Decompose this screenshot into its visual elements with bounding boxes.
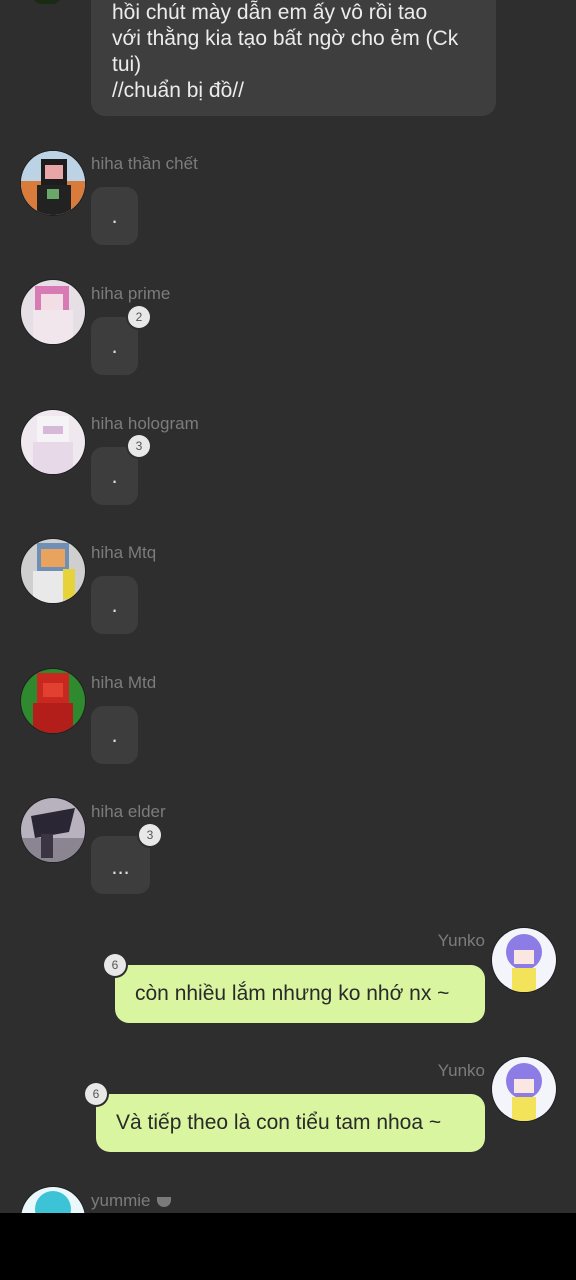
message-text: ... [111,854,130,879]
avatar-image [21,151,85,215]
message-bubble[interactable]: ... [91,836,150,894]
avatar-image [492,1057,556,1121]
navigation-bar [0,1213,576,1280]
chat-area[interactable]: hồi chút mày dẫn em ấy vô rồi tao với th… [0,0,576,1213]
username: hiha Mtq [91,543,157,562]
message-bubble[interactable]: . [91,187,138,245]
message-text: . [111,722,118,747]
avatar-image [21,798,85,862]
message-text: Và tiếp theo là con tiểu tam nhoa ~ [116,1111,442,1134]
avatar-image [492,928,556,992]
username: hiha thần chết [91,154,198,173]
avatar-image [21,669,85,733]
message-text: hồi chút mày dẫn em ấy vô rồi tao [112,1,428,24]
message-text: với thằng kia tạo bất ngờ cho ẻm (Ck [112,27,459,50]
avatar[interactable] [492,1057,556,1121]
avatar[interactable] [21,280,85,344]
cup-icon [156,1196,171,1207]
username: hiha hologram [91,414,199,433]
reaction-count-badge[interactable]: 3 [128,435,150,457]
reaction-count-badge[interactable]: 2 [128,306,150,328]
reaction-count-badge[interactable]: 6 [104,954,126,976]
avatar[interactable] [21,798,85,862]
message-bubble[interactable]: hồi chút mày dẫn em ấy vô rồi tao với th… [91,0,496,116]
own-message-bubble[interactable]: còn nhiều lắm nhưng ko nhớ nx ~ [115,965,485,1023]
reaction-count-badge[interactable]: 6 [85,1083,107,1105]
avatar-image [21,1187,85,1213]
message-text: . [111,333,118,358]
own-message-bubble[interactable]: Và tiếp theo là con tiểu tam nhoa ~ [96,1094,485,1152]
message-bubble[interactable]: . [91,706,138,764]
message-text: còn nhiều lắm nhưng ko nhớ nx ~ [135,982,450,1005]
username: Yunko [437,1061,485,1080]
message-text: //chuẩn bị đồ// [112,79,244,102]
message-bubble[interactable]: . [91,447,138,505]
avatar-image [21,410,85,474]
avatar[interactable] [21,410,85,474]
username: Yunko [437,931,485,950]
message-bubble[interactable]: . [91,317,138,375]
avatar-image [21,280,85,344]
avatar-image [21,539,85,603]
avatar[interactable] [492,928,556,992]
avatar[interactable] [32,0,62,4]
message-text: . [111,592,118,617]
avatar[interactable] [21,539,85,603]
avatar[interactable] [21,151,85,215]
message-text: tui) [112,53,142,76]
message-text: . [111,203,118,228]
message-bubble[interactable]: . [91,576,138,634]
username: yummie [91,1191,171,1211]
username: hiha prime [91,284,171,303]
message-text: . [111,463,118,488]
username: hiha elder [91,802,166,821]
avatar[interactable] [21,669,85,733]
reaction-count-badge[interactable]: 3 [139,824,161,846]
username: hiha Mtd [91,673,157,692]
avatar[interactable] [21,1187,85,1213]
